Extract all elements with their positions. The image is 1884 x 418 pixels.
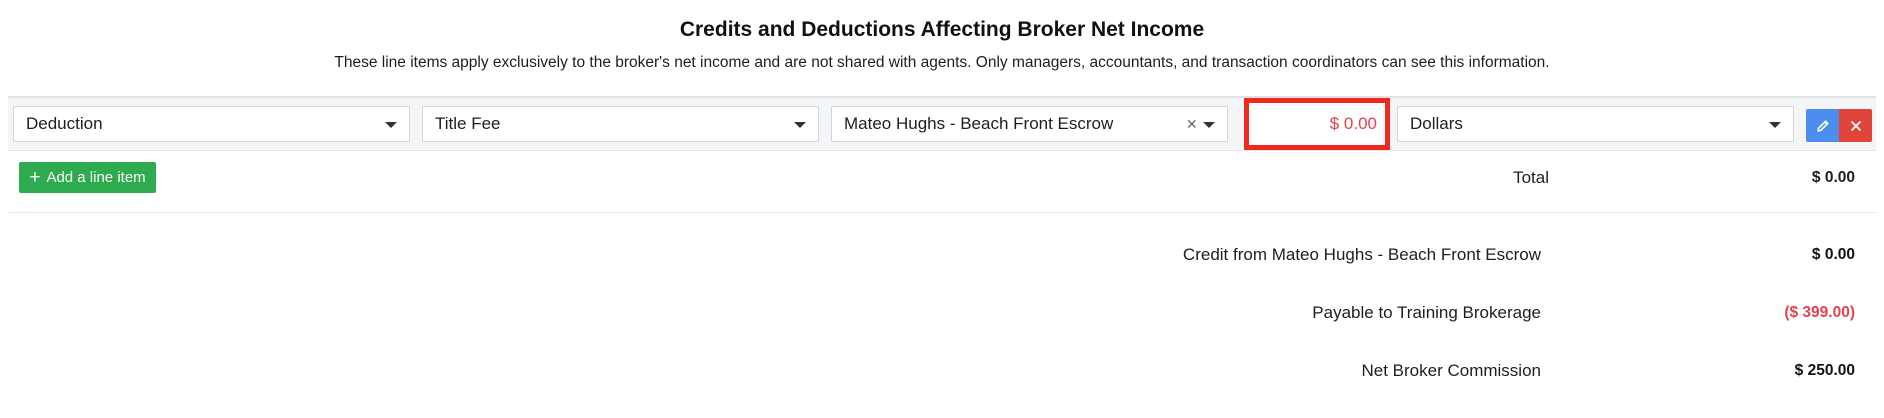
- section-description: These line items apply exclusively to th…: [334, 54, 1550, 71]
- line-type-value: Deduction: [26, 114, 103, 133]
- total-value: $ 0.00: [1811, 169, 1855, 186]
- party-select[interactable]: Mateo Hughs - Beach Front Escrow ×: [831, 106, 1228, 142]
- add-line-item-label: Add a line item: [46, 169, 146, 186]
- unit-value: Dollars: [1410, 114, 1463, 133]
- category-select[interactable]: Title Fee: [422, 106, 819, 142]
- total-label: Total: [1513, 168, 1549, 187]
- chevron-down-icon: [1769, 122, 1781, 128]
- plus-icon: +: [29, 167, 41, 188]
- amount-value: $ 0.00: [1329, 114, 1377, 133]
- line-item-row: Deduction Title Fee Mateo Hughs - Beach …: [8, 96, 1876, 151]
- delete-button[interactable]: [1839, 109, 1872, 142]
- line-type-select[interactable]: Deduction: [13, 106, 410, 142]
- chevron-down-icon: [385, 122, 397, 128]
- summary-value-net: $ 250.00: [1794, 362, 1855, 379]
- add-line-item-button[interactable]: + Add a line item: [19, 162, 156, 193]
- summary-label-net: Net Broker Commission: [1361, 361, 1542, 380]
- category-value: Title Fee: [435, 114, 501, 133]
- summary-value-payable: ($ 399.00): [1784, 304, 1855, 321]
- chevron-down-icon: [1203, 122, 1215, 128]
- summary-label-credit: Credit from Mateo Hughs - Beach Front Es…: [1182, 245, 1541, 264]
- section-title: Credits and Deductions Affecting Broker …: [679, 18, 1205, 41]
- divider: [8, 212, 1876, 213]
- summary-label-payable: Payable to Training Brokerage: [1312, 303, 1541, 322]
- clear-icon[interactable]: ×: [1186, 107, 1197, 141]
- edit-button[interactable]: [1806, 109, 1839, 142]
- unit-select[interactable]: Dollars: [1397, 106, 1794, 142]
- summary-value-credit: $ 0.00: [1811, 246, 1855, 263]
- pencil-icon: [1816, 119, 1829, 132]
- party-value: Mateo Hughs - Beach Front Escrow: [844, 114, 1114, 133]
- chevron-down-icon: [794, 122, 806, 128]
- amount-input[interactable]: $ 0.00: [1244, 98, 1390, 150]
- close-icon: [1850, 120, 1861, 131]
